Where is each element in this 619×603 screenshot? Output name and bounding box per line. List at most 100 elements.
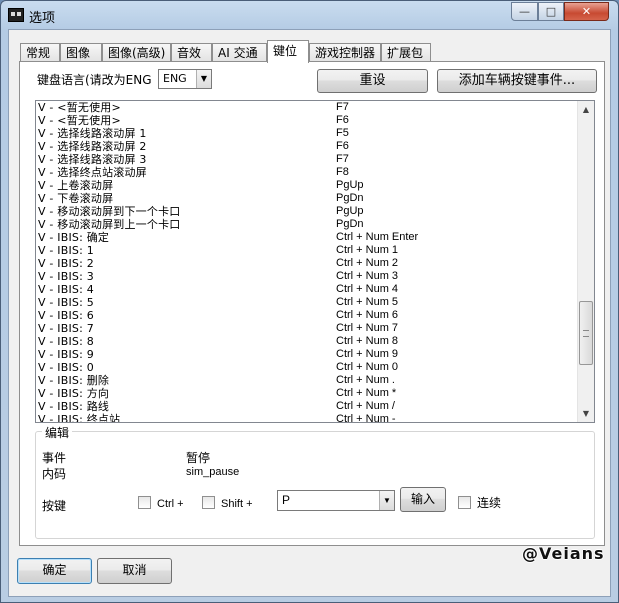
binding-key: Ctrl + Num 0: [336, 361, 399, 373]
minimize-button[interactable]: —: [511, 2, 538, 21]
binding-key: F6: [336, 114, 349, 126]
binding-event: V - <暂无使用>: [38, 114, 121, 127]
binding-event: V - IBIS: 方向: [38, 387, 110, 400]
table-row[interactable]: V - IBIS: 1 Ctrl + Num 1: [36, 244, 579, 257]
key-binding-list[interactable]: V - <暂无使用> F7 V - <暂无使用> F6 V - 选择线路滚动屏 1 F5 V…: [35, 100, 595, 423]
table-row[interactable]: V - IBIS: 终点站 Ctrl + Num -: [36, 413, 579, 422]
binding-event: V - 移动滚动屏到下一个卡口: [38, 205, 181, 218]
binding-key: F6: [336, 140, 349, 152]
binding-event: V - IBIS: 0: [38, 361, 94, 374]
tab-addons[interactable]: 扩展包: [381, 43, 431, 62]
binding-key: Ctrl + Num 9: [336, 348, 399, 360]
repeat-checkbox[interactable]: 连续: [458, 496, 501, 512]
binding-event: V - IBIS: 删除: [38, 374, 110, 387]
binding-event: V - IBIS: 4: [38, 283, 94, 296]
list-scrollbar[interactable]: ▲ ▼: [577, 101, 594, 422]
chevron-down-icon[interactable]: ▼: [196, 70, 211, 88]
key-select-value: P: [282, 493, 291, 507]
tab-game-controller[interactable]: 游戏控制器: [309, 43, 381, 62]
binding-event: V - 上卷滚动屏: [38, 179, 114, 192]
add-vehicle-key-event-button[interactable]: 添加车辆按键事件...: [437, 69, 597, 93]
binding-key: F7: [336, 153, 349, 165]
scroll-down-icon[interactable]: ▼: [578, 405, 594, 422]
table-row[interactable]: V - IBIS: 9 Ctrl + Num 9: [36, 348, 579, 361]
keyboard-language-select[interactable]: ENG ▼: [158, 69, 212, 89]
binding-event: V - IBIS: 确定: [38, 231, 110, 244]
table-row[interactable]: V - 选择线路滚动屏 3 F7: [36, 153, 579, 166]
table-row[interactable]: V - IBIS: 6 Ctrl + Num 6: [36, 309, 579, 322]
binding-key: Ctrl + Num *: [336, 387, 397, 399]
shift-checkbox-box[interactable]: [202, 496, 215, 509]
tab-sound[interactable]: 音效: [171, 43, 212, 62]
table-row[interactable]: V - IBIS: 8 Ctrl + Num 8: [36, 335, 579, 348]
binding-key: Ctrl + Num 7: [336, 322, 399, 334]
table-row[interactable]: V - IBIS: 0 Ctrl + Num 0: [36, 361, 579, 374]
keyboard-language-value: ENG: [163, 72, 187, 85]
edit-group-title: 编辑: [42, 424, 73, 441]
tab-ai-traffic[interactable]: AI 交通: [212, 43, 267, 62]
key-select[interactable]: P ▼: [277, 490, 395, 511]
table-row[interactable]: V - 选择线路滚动屏 1 F5: [36, 127, 579, 140]
binding-event: V - IBIS: 1: [38, 244, 94, 257]
binding-event: V - 选择线路滚动屏 3: [38, 153, 147, 166]
table-row[interactable]: V - IBIS: 确定 Ctrl + Num Enter: [36, 231, 579, 244]
table-row[interactable]: V - IBIS: 5 Ctrl + Num 5: [36, 296, 579, 309]
edit-group: 编辑 事件 暂停 内码 sim_pause 按键 Ctrl + Shift + …: [35, 424, 595, 539]
shift-label: Shift +: [221, 498, 253, 510]
watermark: @Veians: [522, 544, 605, 563]
table-row[interactable]: V - IBIS: 方向 Ctrl + Num *: [36, 387, 579, 400]
table-row[interactable]: V - IBIS: 7 Ctrl + Num 7: [36, 322, 579, 335]
table-row[interactable]: V - <暂无使用> F6: [36, 114, 579, 127]
maximize-button[interactable]: □: [538, 2, 564, 21]
app-icon: [8, 8, 24, 22]
input-button[interactable]: 输入: [400, 487, 446, 512]
binding-key: F7: [336, 101, 349, 113]
table-row[interactable]: V - 移动滚动屏到上一个卡口 PgDn: [36, 218, 579, 231]
binding-event: V - 选择终点站滚动屏: [38, 166, 147, 179]
table-row[interactable]: V - 移动滚动屏到下一个卡口 PgUp: [36, 205, 579, 218]
code-label: 内码: [42, 467, 67, 481]
keyboard-language-label: 键盘语言(请改为ENG: [37, 73, 152, 87]
binding-key: Ctrl + Num .: [336, 374, 395, 386]
binding-key: PgUp: [336, 179, 364, 191]
ctrl-checkbox[interactable]: Ctrl +: [138, 496, 184, 512]
table-row[interactable]: V - IBIS: 3 Ctrl + Num 3: [36, 270, 579, 283]
tab-graphics-advanced[interactable]: 图像(高级): [102, 43, 171, 62]
table-row[interactable]: V - 选择终点站滚动屏 F8: [36, 166, 579, 179]
binding-event: V - 下卷滚动屏: [38, 192, 114, 205]
binding-event: V - IBIS: 路线: [38, 400, 110, 413]
table-row[interactable]: V - IBIS: 4 Ctrl + Num 4: [36, 283, 579, 296]
table-row[interactable]: V - 下卷滚动屏 PgDn: [36, 192, 579, 205]
title-bar[interactable]: 选项 — □ ✕: [1, 1, 618, 29]
scroll-up-icon[interactable]: ▲: [578, 101, 594, 118]
cancel-button[interactable]: 取消: [97, 558, 172, 584]
ok-button[interactable]: 确定: [17, 558, 92, 584]
table-row[interactable]: V - IBIS: 2 Ctrl + Num 2: [36, 257, 579, 270]
binding-event: V - IBIS: 7: [38, 322, 94, 335]
binding-key: F8: [336, 166, 349, 178]
repeat-checkbox-box[interactable]: [458, 496, 471, 509]
binding-event: V - IBIS: 3: [38, 270, 94, 283]
ctrl-checkbox-box[interactable]: [138, 496, 151, 509]
table-row[interactable]: V - 选择线路滚动屏 2 F6: [36, 140, 579, 153]
binding-event: V - 选择线路滚动屏 1: [38, 127, 147, 140]
table-row[interactable]: V - 上卷滚动屏 PgUp: [36, 179, 579, 192]
binding-key: Ctrl + Num /: [336, 400, 395, 412]
tab-graphics[interactable]: 图像: [60, 43, 102, 62]
tab-general[interactable]: 常规: [20, 43, 60, 62]
binding-key: Ctrl + Num 8: [336, 335, 399, 347]
table-row[interactable]: V - IBIS: 删除 Ctrl + Num .: [36, 374, 579, 387]
binding-event: V - IBIS: 终点站: [38, 413, 121, 422]
tab-keys[interactable]: 键位: [267, 40, 309, 63]
binding-key: Ctrl + Num 5: [336, 296, 399, 308]
binding-event: V - IBIS: 6: [38, 309, 94, 322]
scrollbar-thumb[interactable]: [579, 301, 593, 365]
key-label: 按键: [42, 499, 67, 513]
table-row[interactable]: V - IBIS: 路线 Ctrl + Num /: [36, 400, 579, 413]
chevron-down-icon[interactable]: ▼: [379, 491, 394, 510]
reset-button[interactable]: 重设: [317, 69, 428, 93]
shift-checkbox[interactable]: Shift +: [202, 496, 253, 512]
close-button[interactable]: ✕: [564, 2, 609, 21]
table-row[interactable]: V - <暂无使用> F7: [36, 101, 579, 114]
event-label: 事件: [42, 451, 67, 465]
